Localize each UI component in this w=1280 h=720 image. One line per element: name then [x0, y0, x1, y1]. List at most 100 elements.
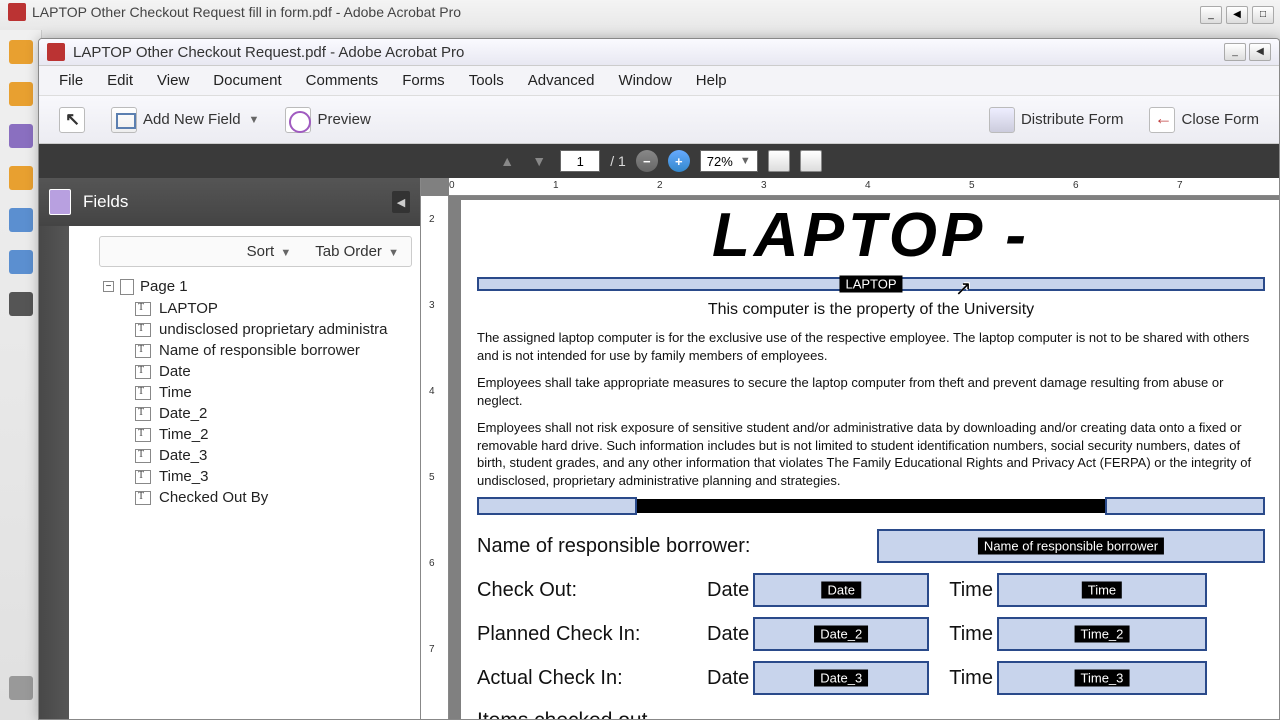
field-name: Date_3: [159, 447, 207, 464]
form-field-date2[interactable]: Date_2: [753, 617, 929, 651]
menu-help[interactable]: Help: [684, 68, 739, 93]
sidebar-icon[interactable]: [9, 250, 33, 274]
text-field-icon: [135, 386, 151, 400]
form-field-time[interactable]: Time: [997, 573, 1207, 607]
text-field-icon: [135, 470, 151, 484]
pdf-icon: [47, 43, 65, 61]
field-name: Time_3: [159, 468, 208, 485]
planned-label: Planned Check In:: [477, 623, 687, 646]
property-statement: This computer is the property of the Uni…: [477, 301, 1265, 319]
distribute-icon: [989, 107, 1015, 133]
field-name: Date_2: [159, 405, 207, 422]
sidebar-icon[interactable]: [9, 166, 33, 190]
menu-advanced[interactable]: Advanced: [516, 68, 607, 93]
date-label: Date: [707, 667, 749, 690]
tree-field-item[interactable]: Date: [131, 361, 416, 382]
form-field-time3[interactable]: Time_3: [997, 661, 1207, 695]
tree-field-item[interactable]: undisclosed proprietary administra: [131, 319, 416, 340]
distribute-label: Distribute Form: [1021, 111, 1124, 128]
menu-document[interactable]: Document: [201, 68, 293, 93]
policy-paragraph: The assigned laptop computer is for the …: [477, 329, 1265, 364]
add-new-field-button[interactable]: Add New Field ▼: [101, 103, 269, 137]
attachments-icon[interactable]: [9, 676, 33, 700]
tree-page-node[interactable]: − Page 1: [99, 275, 416, 298]
menu-edit[interactable]: Edit: [95, 68, 145, 93]
menu-window[interactable]: Window: [606, 68, 683, 93]
tree-field-item[interactable]: Time: [131, 382, 416, 403]
restore-button[interactable]: ◀: [1226, 6, 1248, 24]
field-name: Date: [159, 363, 191, 380]
form-field-laptop[interactable]: LAPTOP: [477, 277, 1265, 291]
sidebar-icon[interactable]: [9, 124, 33, 148]
menu-tools[interactable]: Tools: [457, 68, 516, 93]
nav-tool-button[interactable]: [768, 150, 790, 172]
text-field-icon: [135, 449, 151, 463]
actual-label: Actual Check In:: [477, 667, 687, 690]
sort-dropdown[interactable]: Sort ▼: [247, 243, 292, 260]
prev-page-button[interactable]: ▲: [496, 150, 518, 172]
redaction-bar: [477, 499, 1265, 513]
preview-label: Preview: [317, 111, 370, 128]
fields-panel: Fields ◀ Sort ▼ Tab Order ▼ − Page 1 LAP…: [39, 178, 421, 719]
form-field-time2[interactable]: Time_2: [997, 617, 1207, 651]
maximize-button[interactable]: □: [1252, 6, 1274, 24]
page-number-input[interactable]: [560, 150, 600, 172]
close-form-button[interactable]: Close Form: [1139, 103, 1269, 137]
parent-window-title: LAPTOP Other Checkout Request fill in fo…: [32, 4, 461, 20]
collapse-panel-button[interactable]: ◀: [392, 191, 410, 213]
text-field-icon: [135, 344, 151, 358]
policy-paragraph: Employees shall take appropriate measure…: [477, 374, 1265, 409]
sidebar-icon[interactable]: [9, 292, 33, 316]
text-field-icon: [135, 491, 151, 505]
menu-forms[interactable]: Forms: [390, 68, 457, 93]
field-name: Checked Out By: [159, 489, 268, 506]
pointer-tool[interactable]: [49, 103, 95, 137]
field-name: Time: [159, 384, 192, 401]
tree-field-item[interactable]: Checked Out By: [131, 487, 416, 508]
text-field-icon: [135, 428, 151, 442]
next-page-button[interactable]: ▼: [528, 150, 550, 172]
tree-field-item[interactable]: Time_2: [131, 424, 416, 445]
vertical-ruler: 234567: [421, 196, 449, 719]
add-field-label: Add New Field: [143, 111, 241, 128]
menubar: File Edit View Document Comments Forms T…: [39, 66, 1279, 96]
document-title: LAPTOP -: [477, 200, 1265, 271]
tree-field-item[interactable]: Name of responsible borrower: [131, 340, 416, 361]
sidebar-icon[interactable]: [9, 40, 33, 64]
items-checked-out-title: Items checked out: [477, 709, 1265, 719]
minimize-button[interactable]: _: [1200, 6, 1222, 24]
fields-tree: − Page 1 LAPTOPundisclosed proprietary a…: [99, 275, 416, 508]
tab-order-dropdown[interactable]: Tab Order ▼: [315, 243, 399, 260]
sidebar-icon[interactable]: [9, 82, 33, 106]
form-field-date3[interactable]: Date_3: [753, 661, 929, 695]
menu-file[interactable]: File: [47, 68, 95, 93]
text-field-icon: [135, 302, 151, 316]
tree-field-item[interactable]: LAPTOP: [131, 298, 416, 319]
minimize-button[interactable]: _: [1224, 43, 1246, 61]
preview-button[interactable]: Preview: [275, 103, 380, 137]
page-icon: [120, 279, 134, 295]
form-field-undisclosed[interactable]: [1105, 497, 1265, 515]
zoom-out-button[interactable]: −: [636, 150, 658, 172]
tree-field-item[interactable]: Time_3: [131, 466, 416, 487]
menu-comments[interactable]: Comments: [294, 68, 391, 93]
form-field-undisclosed[interactable]: [477, 497, 637, 515]
tree-field-item[interactable]: Date_2: [131, 403, 416, 424]
distribute-form-button[interactable]: Distribute Form: [979, 103, 1134, 137]
form-editor-window: LAPTOP Other Checkout Request.pdf - Adob…: [38, 38, 1280, 720]
fields-panel-header: Fields ◀: [39, 178, 420, 226]
form-field-name[interactable]: Name of responsible borrower: [877, 529, 1265, 563]
pdf-icon: [8, 3, 26, 21]
form-field-date[interactable]: Date: [753, 573, 929, 607]
pdf-page: LAPTOP - LAPTOP This computer is the pro…: [461, 200, 1279, 719]
zoom-level[interactable]: 72% ▼: [700, 150, 758, 172]
nav-tool-button[interactable]: [800, 150, 822, 172]
document-canvas[interactable]: 01234567 234567 LAPTOP - LAPTOP This com…: [421, 178, 1279, 719]
tree-field-item[interactable]: Date_3: [131, 445, 416, 466]
menu-view[interactable]: View: [145, 68, 201, 93]
restore-button[interactable]: ◀: [1249, 43, 1271, 61]
collapse-icon[interactable]: −: [103, 281, 114, 292]
zoom-in-button[interactable]: +: [668, 150, 690, 172]
close-form-label: Close Form: [1181, 111, 1259, 128]
sidebar-icon[interactable]: [9, 208, 33, 232]
